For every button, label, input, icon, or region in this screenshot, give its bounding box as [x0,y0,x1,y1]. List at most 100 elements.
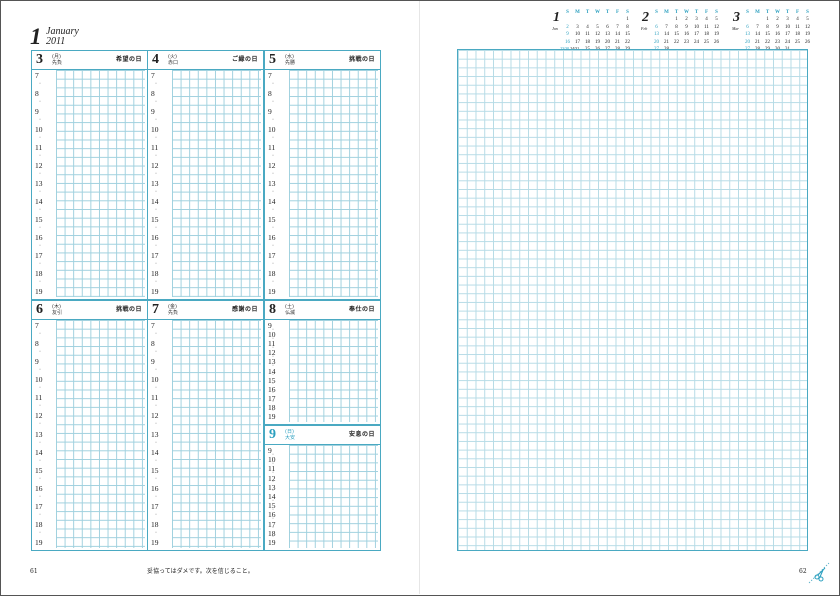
mini-calendar-date: 14 [664,32,669,38]
half-hour-dot: · [155,385,157,392]
mini-calendar-date: 13 [605,32,610,38]
half-hour-dot: · [39,349,41,356]
mini-calendar-weekday: S [715,10,718,15]
day-grid-paper[interactable] [172,320,261,548]
day-weekday-rokuyo: (木) 友引 [52,304,62,316]
hour-label: 17 [268,251,276,260]
day-grid-paper[interactable] [289,70,378,297]
hour-label: 15 [151,465,159,475]
hour-label: 18 [35,519,43,529]
mini-calendar-date: 14 [615,32,620,38]
mini-calendar-date: 4 [705,17,708,22]
hour-label: 17 [151,251,159,260]
mini-calendar-date: 19 [714,32,719,38]
page-number-right: 62 [799,568,807,575]
hour-label: 13 [35,179,43,188]
mini-calendar-month-abbr: Jan [552,26,558,31]
hour-label: 7 [151,71,155,80]
footer-motto: 妥協ってはダメです。次を信じること。 [147,568,254,575]
day-number: 6 [36,302,43,317]
mini-calendar-date: 3 [576,24,579,30]
day-grid-paper[interactable] [172,70,261,297]
mini-calendar-date: 21 [615,39,620,45]
day-grid-paper[interactable] [56,70,145,297]
mini-calendar-date: 5 [806,17,809,22]
mini-calendar-weekday: S [626,10,629,15]
half-hour-dot: · [272,135,274,141]
day-header: 6 (木) 友引 挑戦の日 [32,301,147,320]
hour-label: 13 [35,429,43,439]
mini-calendar-weekday: W [595,10,600,15]
hour-label: 11 [35,393,43,403]
half-hour-dot: · [155,421,157,428]
hour-label: 19 [268,412,276,421]
mini-calendar-date: 18 [704,32,709,38]
mini-calendar-date: 23 [684,39,689,45]
mini-calendar-date: 24 [694,39,699,45]
hour-label: 13 [268,179,276,188]
day-header: 7 (金) 先負 感謝の日 [148,301,263,320]
hour-label: 19 [151,287,159,296]
mini-calendar-date: 19 [595,39,600,45]
half-hour-dot: · [39,331,41,338]
mini-calendar-date: 12 [714,24,719,30]
hour-label: 11 [151,393,159,403]
half-hour-dot: · [155,225,157,231]
mini-calendar-date: 3 [786,17,789,22]
mini-calendar-date: 21 [755,39,760,45]
mini-calendar-date: 1 [675,17,678,22]
day-weekday-rokuyo: (日) 大安 [285,429,295,441]
day-number: 9 [269,427,276,442]
mini-calendar-date: 7 [616,24,619,30]
day-grid-paper[interactable] [289,320,378,422]
half-hour-dot: · [155,189,157,195]
half-hour-dot: · [39,439,41,446]
mini-calendar-date: 17 [785,32,790,38]
day-grid-paper[interactable] [289,445,378,548]
mini-calendar-date: 13 [654,32,659,38]
page-gutter [419,1,420,594]
hour-label: 14 [35,447,43,457]
hour-label: 19 [35,287,43,296]
mini-calendar-date: 9 [566,32,569,38]
half-hour-dot: · [39,99,41,105]
mini-calendar-date: 5 [596,24,599,30]
half-hour-dot: · [155,81,157,87]
hour-label: 14 [151,197,159,206]
day-cell: 3 (月) 先負 希望の日 7 · 8 · 9 · 10 · 11 · 12 · 13 · 14 · 15 · 16 · 17 ·… [31,50,148,300]
memo-graph-area[interactable] [457,49,808,551]
half-hour-dot: · [155,171,157,177]
half-hour-dot: · [272,171,274,177]
hour-label: 10 [35,375,43,385]
mini-calendar-weekday: S [655,10,658,15]
mini-calendar-date: 6 [655,24,658,30]
half-hour-dot: · [155,135,157,141]
hour-label: 15 [35,465,43,475]
day-number: 3 [36,52,43,67]
mini-calendar-date: 19 [805,32,810,38]
hour-label: 7 [268,71,272,80]
mini-calendar-date: 15 [765,32,770,38]
mini-calendar-weekday: M [575,10,580,15]
rokuyo-label: 仏滅 [285,310,296,316]
hour-label: 17 [35,251,43,260]
month-number: 1 [30,24,42,49]
day-cell: 9 (日) 大安 安息の日 9 · 10 · 11 · 12 · 13 · 14 · 15 · 16 · 17 · 18 · 1… [264,425,381,551]
rokuyo-label: 赤口 [168,60,179,66]
mini-calendar-date: 12 [805,24,810,30]
rokuyo-label: 先負 [168,310,179,316]
mini-calendar-date: 2 [685,17,688,22]
day-theme: 奉仕の日 [348,306,375,313]
half-hour-dot: · [155,475,157,482]
hour-label: 9 [151,357,155,367]
half-hour-dot: · [39,367,41,374]
half-hour-dot: · [272,279,274,285]
mini-calendar-weekday: W [684,10,689,15]
mini-calendar-date: 8 [675,24,678,30]
day-theme: 挑戦の日 [348,56,375,63]
mini-calendar-month-number: 1 [553,10,560,25]
day-grid-paper[interactable] [56,320,145,548]
mini-calendar-date: 10 [785,24,790,30]
hour-label: 9 [151,107,155,116]
mini-calendar-weekday: F [615,10,620,15]
